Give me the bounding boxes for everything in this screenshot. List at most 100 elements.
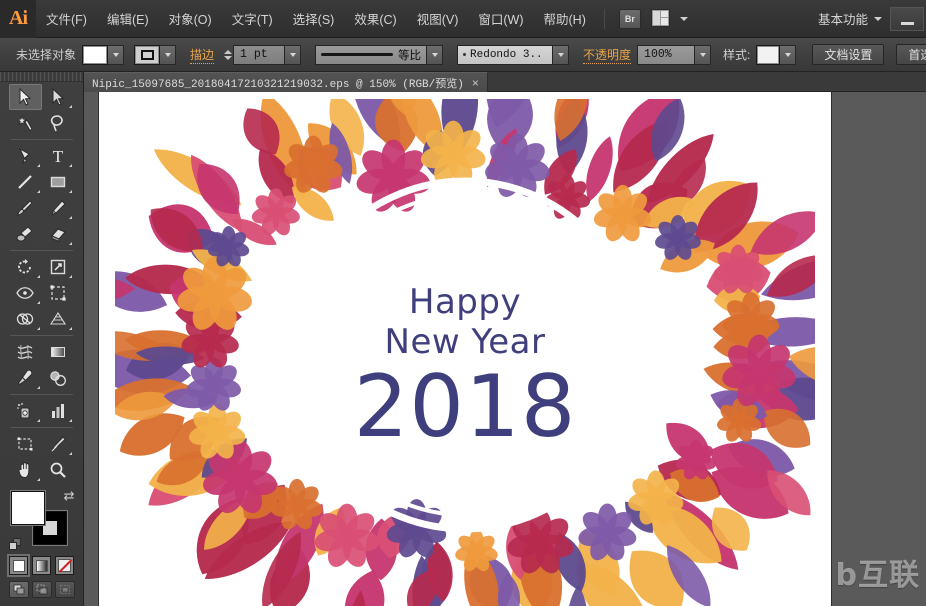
shape-builder-tool[interactable] <box>9 306 42 332</box>
fill-color-control[interactable] <box>82 45 124 65</box>
opacity-panel-link[interactable]: 不透明度 <box>583 46 631 64</box>
tool-flyout-indicator-icon <box>37 301 40 304</box>
brush-definition-control[interactable]: Redondo 3.. <box>457 45 569 65</box>
document-setup-button[interactable]: 文档设置 <box>812 44 884 65</box>
width-tool[interactable] <box>9 280 42 306</box>
stroke-panel-link[interactable]: 描边 <box>190 46 214 64</box>
line-segment-tool[interactable] <box>9 169 42 195</box>
scale-tool[interactable] <box>42 254 75 280</box>
draw-behind-mode[interactable] <box>32 581 52 598</box>
tool-flyout-indicator-icon <box>69 419 72 422</box>
fill-dropdown-button[interactable] <box>108 45 124 65</box>
fill-swatch[interactable] <box>82 45 108 65</box>
stepper-down-icon[interactable] <box>224 56 232 60</box>
direct-selection-tool[interactable] <box>42 84 75 110</box>
menu-object[interactable]: 对象(O) <box>160 5 221 32</box>
minimize-button[interactable] <box>890 7 924 31</box>
pen-tool[interactable] <box>9 143 42 169</box>
arrange-documents-button[interactable] <box>651 9 688 29</box>
tool-flyout-indicator-icon <box>69 275 72 278</box>
opacity-control[interactable]: 100% <box>637 45 711 65</box>
default-fill-stroke-icon[interactable] <box>9 538 22 551</box>
width-profile-field[interactable]: 等比 <box>315 45 427 65</box>
graphic-style-dropdown-button[interactable] <box>780 45 796 65</box>
workspace-switcher[interactable]: 基本功能 <box>818 9 868 28</box>
column-graph-tool[interactable] <box>42 398 75 424</box>
stroke-weight-control[interactable]: 1 pt <box>224 45 301 65</box>
menu-view[interactable]: 视图(V) <box>408 5 468 32</box>
graphic-style-control[interactable] <box>756 45 796 65</box>
illustrator-window: Ai 文件(F) 编辑(E) 对象(O) 文字(T) 选择(S) 效果(C) 视… <box>0 0 926 606</box>
document-tab[interactable]: Nipic_15097685_20180417210321219032.eps … <box>84 72 488 92</box>
artwork: Happy New Year 2018 <box>99 92 831 606</box>
opacity-dropdown-button[interactable] <box>695 45 711 65</box>
perspective-grid-tool[interactable] <box>42 306 75 332</box>
pencil-tool[interactable] <box>42 195 75 221</box>
menu-select[interactable]: 选择(S) <box>284 5 344 32</box>
hand-tool[interactable] <box>9 457 42 483</box>
selection-status-label: 未选择对象 <box>16 46 76 63</box>
blend-tool[interactable] <box>42 365 75 391</box>
blob-brush-tool[interactable] <box>9 221 42 247</box>
menu-help[interactable]: 帮助(H) <box>535 5 595 32</box>
color-mode-solid[interactable] <box>9 556 28 575</box>
eraser-tool[interactable] <box>42 221 75 247</box>
artboard[interactable]: Happy New Year 2018 <box>98 92 832 606</box>
stroke-color-control[interactable] <box>134 45 176 65</box>
chevron-down-icon <box>165 53 171 57</box>
stroke-swatch[interactable] <box>134 45 160 65</box>
chevron-down-icon <box>700 53 706 57</box>
color-mode-gradient[interactable] <box>32 556 51 575</box>
slice-tool[interactable] <box>42 431 75 457</box>
menu-file[interactable]: 文件(F) <box>37 5 96 32</box>
stroke-weight-stepper[interactable] <box>224 49 232 61</box>
solid-color-icon <box>13 560 25 572</box>
menu-effect[interactable]: 效果(C) <box>345 5 405 32</box>
workspace-chevron-down-icon[interactable] <box>874 17 882 21</box>
eyedropper-tool[interactable] <box>9 365 42 391</box>
rectangle-tool[interactable] <box>42 169 75 195</box>
mesh-tool[interactable] <box>9 339 42 365</box>
menu-edit[interactable]: 编辑(E) <box>98 5 158 32</box>
brush-preview-icon <box>463 53 466 56</box>
swap-fill-stroke-icon[interactable]: ⇄ <box>64 488 75 504</box>
graphic-style-swatch[interactable] <box>756 45 780 65</box>
stroke-dropdown-button[interactable] <box>160 45 176 65</box>
tool-flyout-indicator-icon <box>69 190 72 193</box>
brush-definition-dropdown-button[interactable] <box>553 45 569 65</box>
width-profile-control[interactable]: 等比 <box>315 45 443 65</box>
draw-inside-mode[interactable] <box>55 581 75 598</box>
chevron-down-icon <box>290 53 296 57</box>
zoom-tool[interactable] <box>42 457 75 483</box>
control-bar: 未选择对象 描边 1 pt 等比 <box>0 38 926 72</box>
paintbrush-tool[interactable] <box>9 195 42 221</box>
width-profile-dropdown-button[interactable] <box>427 45 443 65</box>
bridge-icon[interactable]: Br <box>619 9 641 29</box>
tool-flyout-indicator-icon <box>69 452 72 455</box>
selection-tool[interactable] <box>9 84 42 110</box>
artboard-tool[interactable] <box>9 431 42 457</box>
menu-type[interactable]: 文字(T) <box>223 5 282 32</box>
canvas-area[interactable]: Happy New Year 2018 b互联 <box>84 92 926 606</box>
type-tool[interactable]: T <box>42 143 75 169</box>
stroke-weight-dropdown-button[interactable] <box>285 45 301 65</box>
free-transform-tool[interactable] <box>42 280 75 306</box>
tools-panel-grip[interactable] <box>0 72 83 82</box>
symbol-sprayer-tool[interactable] <box>9 398 42 424</box>
brush-definition-field[interactable]: Redondo 3.. <box>457 45 553 65</box>
menu-window[interactable]: 窗口(W) <box>469 5 532 32</box>
stroke-weight-input[interactable]: 1 pt <box>233 45 285 65</box>
draw-normal-mode[interactable] <box>9 581 29 598</box>
preferences-button[interactable]: 首选项 <box>896 44 926 65</box>
close-icon[interactable]: × <box>472 77 479 89</box>
lasso-tool[interactable] <box>42 110 75 136</box>
toolbar-fill-swatch[interactable] <box>11 491 45 525</box>
stepper-up-icon[interactable] <box>224 50 232 54</box>
magic-wand-tool[interactable] <box>9 110 42 136</box>
color-mode-none[interactable] <box>55 556 74 575</box>
rotate-tool[interactable] <box>9 254 42 280</box>
gradient-tool[interactable] <box>42 339 75 365</box>
opacity-input[interactable]: 100% <box>637 45 695 65</box>
tool-flyout-indicator-icon <box>37 419 40 422</box>
app-logo-icon: Ai <box>0 0 36 38</box>
